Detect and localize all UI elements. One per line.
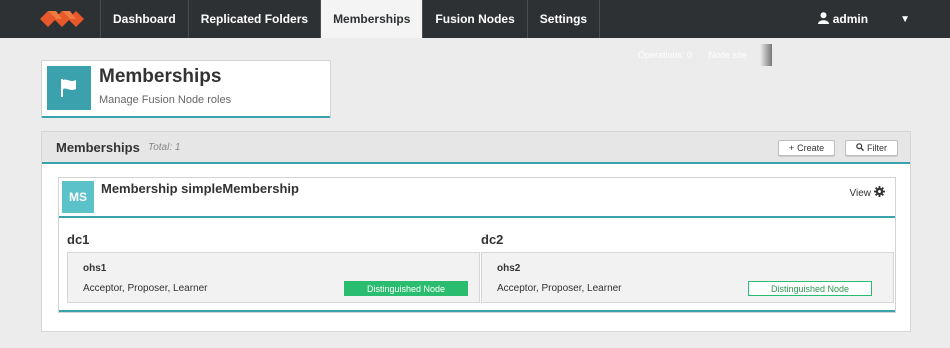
gear-icon: [871, 186, 885, 200]
node-roles: Acceptor, Proposer, Learner: [83, 283, 208, 294]
flag-icon: [47, 66, 91, 110]
filter-button[interactable]: Filter: [845, 140, 898, 156]
plus-icon: +: [788, 143, 795, 153]
operations-count: Operations: 0: [638, 50, 693, 60]
memberships-panel: Memberships Total: 1 + Create Filter MS …: [41, 131, 911, 332]
panel-header: Memberships Total: 1 + Create Filter: [42, 132, 910, 164]
membership-title: Membership simpleMembership: [101, 181, 299, 196]
page-title: Memberships: [99, 66, 222, 87]
user-menu[interactable]: admin ▼: [817, 0, 950, 38]
distinguished-node-badge: Distinguished Node: [344, 281, 468, 296]
node-site: Node site: [708, 50, 747, 60]
nav-replicated-folders[interactable]: Replicated Folders: [187, 0, 320, 38]
top-nav: Dashboard Replicated Folders Memberships…: [0, 0, 950, 38]
node-name: ohs1: [83, 263, 107, 274]
node-name: ohs2: [497, 263, 521, 274]
create-label: Create: [797, 143, 825, 153]
logo-icon[interactable]: [0, 0, 100, 38]
node-roles: Acceptor, Proposer, Learner: [497, 283, 622, 294]
filter-label: Filter: [867, 143, 887, 153]
total-count: Total: 1: [148, 142, 181, 153]
caret-down-icon[interactable]: ▼: [900, 14, 910, 25]
membership-card: MS Membership simpleMembership View dc1 …: [58, 177, 896, 313]
create-button[interactable]: + Create: [778, 140, 835, 156]
nav-dashboard[interactable]: Dashboard: [100, 0, 188, 38]
status-line: Operations: 0 Node site: [638, 50, 761, 60]
node-box: ohs2 Acceptor, Proposer, Learner Disting…: [481, 252, 894, 303]
membership-card-header: MS Membership simpleMembership View: [59, 178, 895, 218]
nav-fusion-nodes[interactable]: Fusion Nodes: [422, 0, 526, 38]
user-icon: [817, 11, 829, 27]
zone-label: dc2: [481, 232, 504, 247]
nav-memberships[interactable]: Memberships: [320, 0, 423, 38]
page-header: Memberships Manage Fusion Node roles: [41, 60, 331, 118]
distinguished-node-toggle[interactable]: Distinguished Node: [748, 281, 872, 296]
card-footer-rule: [59, 310, 895, 312]
status-indicator: [760, 44, 772, 66]
node-box: ohs1 Acceptor, Proposer, Learner Disting…: [67, 252, 480, 303]
nav-settings[interactable]: Settings: [526, 0, 601, 38]
panel-title: Memberships: [56, 140, 140, 155]
page-subtitle: Manage Fusion Node roles: [99, 94, 232, 106]
view-label: View: [849, 187, 872, 199]
membership-avatar: MS: [62, 181, 94, 213]
view-button[interactable]: View: [849, 186, 885, 200]
user-name: admin: [832, 12, 869, 26]
search-icon: [856, 143, 865, 153]
zone-label: dc1: [67, 232, 90, 247]
